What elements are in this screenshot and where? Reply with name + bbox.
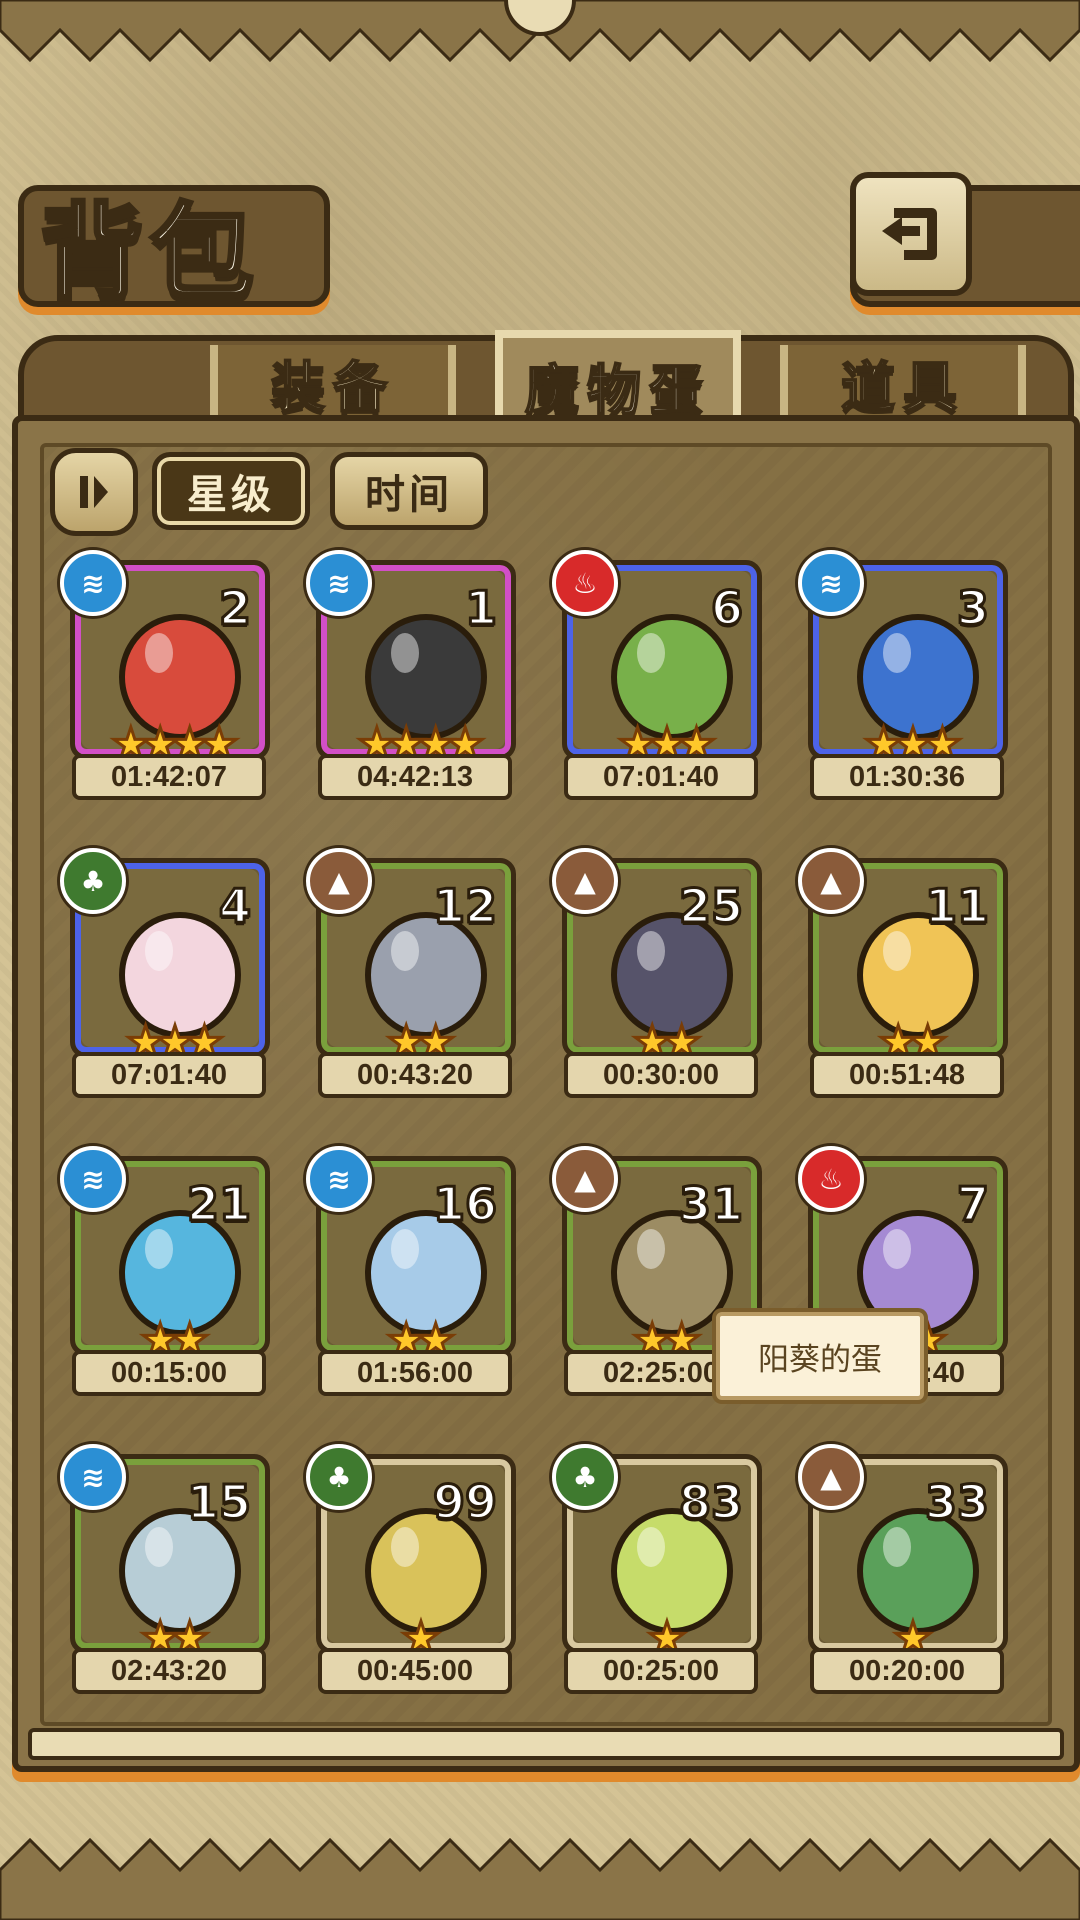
egg-slot[interactable]: 99 ★ ♣ 00:45:00 bbox=[306, 1444, 516, 1694]
return-arrow-icon bbox=[882, 208, 937, 260]
water-element-icon: ≋ bbox=[60, 550, 126, 616]
egg-count: 7 bbox=[955, 1176, 990, 1233]
hatch-timer: 00:45:00 bbox=[318, 1648, 512, 1694]
top-border bbox=[0, 0, 1080, 63]
egg-count: 4 bbox=[217, 878, 252, 935]
grass-element-icon: ♣ bbox=[306, 1444, 372, 1510]
egg-count: 83 bbox=[677, 1474, 744, 1531]
water-element-icon: ≋ bbox=[306, 550, 372, 616]
hatch-timer: 02:43:20 bbox=[72, 1648, 266, 1694]
egg-count: 1 bbox=[463, 580, 498, 637]
egg-slot[interactable]: 6 ★★★ ♨ 07:01:40 bbox=[552, 550, 762, 800]
earth-element-icon: ▲ bbox=[306, 848, 372, 914]
egg-count: 31 bbox=[677, 1176, 744, 1233]
egg-count: 16 bbox=[431, 1176, 498, 1233]
hatch-timer: 00:15:00 bbox=[72, 1350, 266, 1396]
page-title: 背包 bbox=[38, 189, 261, 316]
hatch-timer: 01:30:36 bbox=[810, 754, 1004, 800]
sort-toggle-button[interactable] bbox=[50, 448, 138, 536]
hatch-timer: 00:25:00 bbox=[564, 1648, 758, 1694]
hatch-timer: 00:30:00 bbox=[564, 1052, 758, 1098]
panel-bottom-rail bbox=[28, 1728, 1064, 1760]
egg-count: 12 bbox=[431, 878, 498, 935]
egg-slot[interactable]: 21 ★★ ≋ 00:15:00 bbox=[60, 1146, 270, 1396]
sort-by-time-button[interactable]: 时间 bbox=[330, 452, 488, 530]
egg-slot[interactable]: 3 ★★★ ≋ 01:30:36 bbox=[798, 550, 1008, 800]
egg-slot[interactable]: 2 ★★★★ ≋ 01:42:07 bbox=[60, 550, 270, 800]
hatch-timer: 04:42:13 bbox=[318, 754, 512, 800]
egg-count: 11 bbox=[923, 878, 990, 935]
tab-items[interactable]: 道具 bbox=[780, 345, 1026, 420]
egg-count: 6 bbox=[709, 580, 744, 637]
egg-count: 99 bbox=[431, 1474, 498, 1531]
back-button[interactable] bbox=[850, 172, 972, 296]
egg-name-tooltip: 阳葵的蛋 bbox=[716, 1312, 924, 1400]
water-element-icon: ≋ bbox=[798, 550, 864, 616]
hatch-timer: 01:56:00 bbox=[318, 1350, 512, 1396]
hatch-timer: 01:42:07 bbox=[72, 754, 266, 800]
sort-by-star-button[interactable]: 星级 bbox=[152, 452, 310, 530]
egg-count: 25 bbox=[677, 878, 744, 935]
earth-element-icon: ▲ bbox=[798, 848, 864, 914]
egg-count: 2 bbox=[217, 580, 252, 637]
egg-slot[interactable]: 83 ★ ♣ 00:25:00 bbox=[552, 1444, 762, 1694]
water-element-icon: ≋ bbox=[60, 1146, 126, 1212]
egg-count: 3 bbox=[955, 580, 990, 637]
water-element-icon: ≋ bbox=[60, 1444, 126, 1510]
sort-toggle-icon bbox=[80, 476, 108, 508]
grass-element-icon: ♣ bbox=[552, 1444, 618, 1510]
egg-count: 21 bbox=[185, 1176, 252, 1233]
water-element-icon: ≋ bbox=[306, 1146, 372, 1212]
egg-slot[interactable]: 16 ★★ ≋ 01:56:00 bbox=[306, 1146, 516, 1396]
egg-slot[interactable]: 33 ★ ▲ 00:20:00 bbox=[798, 1444, 1008, 1694]
hatch-timer: 07:01:40 bbox=[72, 1052, 266, 1098]
hatch-timer: 00:20:00 bbox=[810, 1648, 1004, 1694]
bottom-border bbox=[0, 1837, 1080, 1920]
egg-slot[interactable]: 25 ★★ ▲ 00:30:00 bbox=[552, 848, 762, 1098]
hatch-timer: 00:51:48 bbox=[810, 1052, 1004, 1098]
egg-slot[interactable]: 15 ★★ ≋ 02:43:20 bbox=[60, 1444, 270, 1694]
tab-equipment[interactable]: 装备 bbox=[210, 345, 456, 420]
grass-element-icon: ♣ bbox=[60, 848, 126, 914]
hatch-timer: 07:01:40 bbox=[564, 754, 758, 800]
egg-count: 15 bbox=[185, 1474, 252, 1531]
egg-slot[interactable]: 1 ★★★★ ≋ 04:42:13 bbox=[306, 550, 516, 800]
earth-element-icon: ▲ bbox=[552, 848, 618, 914]
egg-slot[interactable]: 11 ★★ ▲ 00:51:48 bbox=[798, 848, 1008, 1098]
egg-slot[interactable]: 12 ★★ ▲ 00:43:20 bbox=[306, 848, 516, 1098]
fire-element-icon: ♨ bbox=[798, 1146, 864, 1212]
egg-slot[interactable]: 4 ★★★ ♣ 07:01:40 bbox=[60, 848, 270, 1098]
fire-element-icon: ♨ bbox=[552, 550, 618, 616]
earth-element-icon: ▲ bbox=[552, 1146, 618, 1212]
hatch-timer: 00:43:20 bbox=[318, 1052, 512, 1098]
earth-element-icon: ▲ bbox=[798, 1444, 864, 1510]
egg-count: 33 bbox=[923, 1474, 990, 1531]
